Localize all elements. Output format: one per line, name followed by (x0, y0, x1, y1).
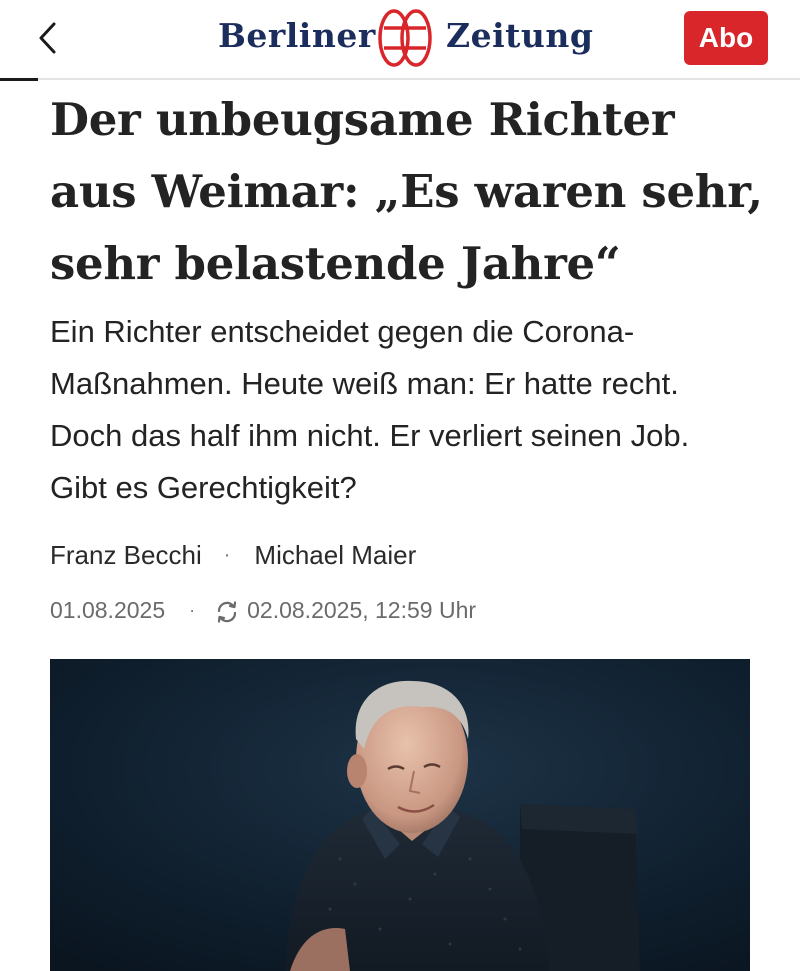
author-link[interactable]: Franz Becchi (50, 540, 202, 571)
logo-text-left: Berliner (218, 16, 376, 55)
article-headline: Der unbeugsame Richter aus Weimar: „Es w… (50, 93, 763, 290)
back-button[interactable] (28, 16, 68, 60)
author-separator: · (223, 543, 231, 566)
refresh-icon (218, 601, 237, 623)
berliner-zeitung-logo[interactable]: Berliner Zeitung (218, 4, 593, 72)
published-date: 01.08.2025 (50, 596, 166, 623)
updated-date: 02.08.2025, 12:59 Uhr (247, 596, 477, 623)
logo-emblem-icon (378, 9, 432, 67)
article-dates: 01.08.2025 · 02.08.2025, 12:59 Uhr (50, 590, 476, 630)
logo-text-right: Zeitung (446, 16, 594, 55)
date-separator: · (189, 599, 196, 620)
subscribe-button[interactable]: Abo (684, 11, 768, 65)
header-divider (0, 78, 800, 80)
article-hero-image[interactable] (50, 659, 750, 971)
reading-progress-bar (0, 78, 38, 81)
app-header: Berliner Zeitung Abo (0, 0, 800, 78)
article-subtitle: Ein Richter entscheidet gegen die Corona… (50, 314, 690, 505)
back-chevron-icon (39, 22, 56, 54)
author-link[interactable]: Michael Maier (254, 540, 416, 571)
article-authors: Franz Becchi · Michael Maier (50, 535, 416, 575)
portrait-photo (50, 659, 750, 971)
